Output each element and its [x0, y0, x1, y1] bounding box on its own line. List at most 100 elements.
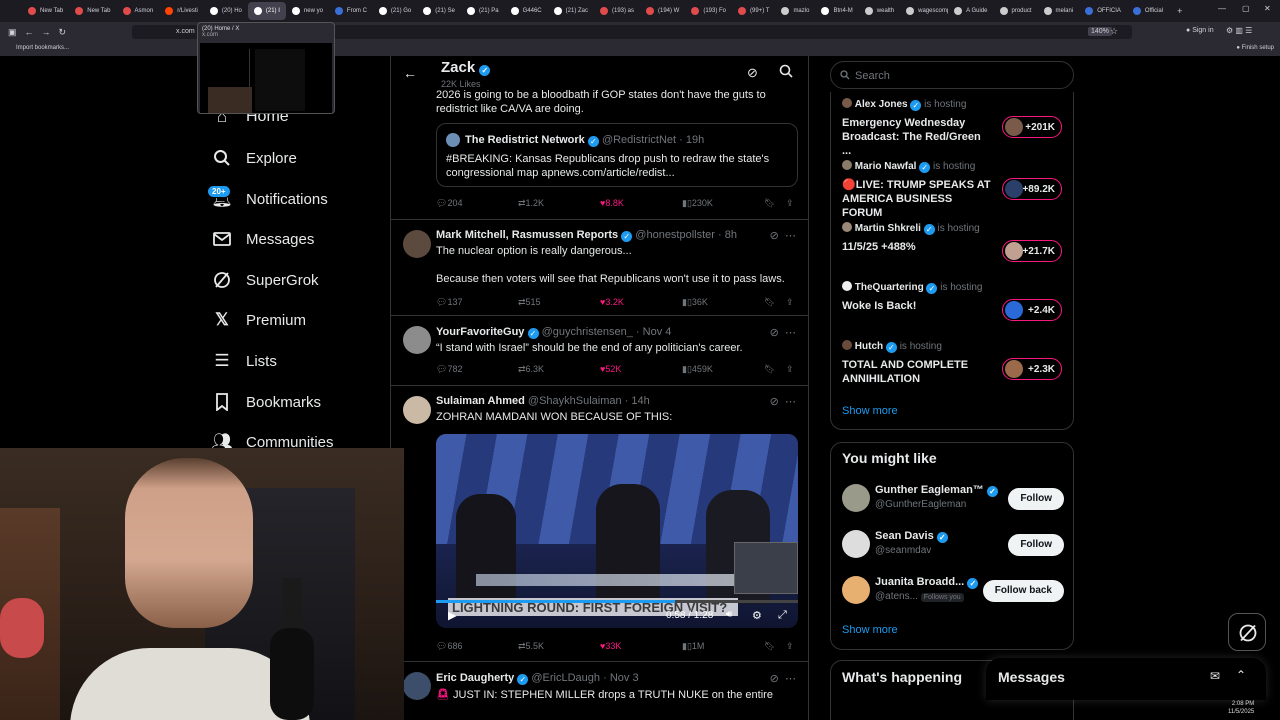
browser-tab[interactable]: new yo — [286, 2, 329, 20]
follow-suggestion[interactable]: Sean Davis ✓ @seanmdav Follow — [842, 530, 1064, 560]
browser-tab[interactable]: product — [994, 2, 1038, 20]
video-player[interactable]: LIGHTNING ROUND: FIRST FOREIGN VISIT? ▶ … — [436, 434, 798, 628]
views-button[interactable]: ▮▯ 1M — [682, 641, 704, 652]
post-more-icon[interactable]: ⊘ ⋯ — [770, 672, 796, 685]
space-listeners[interactable]: +21.7K — [1002, 240, 1062, 262]
author-handle[interactable]: @guychristensen_ — [542, 326, 633, 338]
spaces-show-more-link[interactable]: Show more — [842, 405, 898, 417]
avatar[interactable] — [403, 326, 431, 354]
browser-tab[interactable]: OFFICIA — [1079, 2, 1127, 20]
browser-tab[interactable]: (21) I — [247, 2, 286, 20]
post-time[interactable]: Nov 4 — [643, 326, 672, 338]
settings-gear-icon[interactable]: ⚙ — [752, 609, 762, 622]
avatar[interactable] — [403, 396, 431, 424]
follow-button[interactable]: Follow — [1008, 488, 1064, 510]
share-icon[interactable]: ⇪ — [786, 641, 794, 652]
author-name[interactable]: Mark Mitchell, Rasmussen Reports — [436, 229, 618, 241]
back-icon[interactable]: ← — [25, 27, 34, 37]
video-progress-track[interactable] — [436, 600, 798, 603]
share-icon[interactable]: ⇪ — [786, 297, 794, 308]
minimize-icon[interactable]: — — [1218, 4, 1226, 13]
browser-tab[interactable]: mazlo — [775, 2, 815, 20]
post-time[interactable]: 14h — [631, 395, 649, 407]
like-button[interactable]: ♥ 33K — [600, 641, 621, 651]
volume-icon[interactable]: 🔊︎ — [726, 609, 732, 620]
bookmark-post-icon[interactable]: 🔖︎ — [764, 641, 775, 652]
avatar[interactable] — [842, 484, 870, 512]
space-host[interactable]: Martin Shkreli ✓ is hosting — [842, 222, 980, 235]
browser-tab[interactable]: Asmon — [117, 2, 160, 20]
post-more-icon[interactable]: ⊘ ⋯ — [770, 326, 796, 339]
space-host[interactable]: TheQuartering ✓ is hosting — [842, 281, 983, 294]
post[interactable]: Eric Daugherty ✓ @EricLDaugh · Nov 3 ⊘ ⋯… — [391, 662, 808, 720]
space-host[interactable]: Mario Nawfal ✓ is hosting — [842, 160, 975, 173]
grok-analyze-icon[interactable]: ⊘ — [747, 65, 758, 81]
author-handle[interactable]: @honestpollster — [635, 229, 715, 241]
bookmark-post-icon[interactable]: 🔖︎ — [764, 297, 775, 308]
browser-tab[interactable]: (99+) T — [732, 2, 775, 20]
nav-supergrok[interactable]: SuperGrok — [212, 270, 319, 290]
space-host[interactable]: Hutch ✓ is hosting — [842, 340, 942, 353]
back-arrow-icon[interactable]: ← — [403, 65, 417, 81]
follow-button[interactable]: Follow — [1008, 534, 1064, 556]
follow-suggestion[interactable]: Juanita Broadd... ✓ @atens... Follows yo… — [842, 576, 1064, 606]
repost-button[interactable]: ⇄ 515 — [518, 297, 541, 308]
forward-icon[interactable]: → — [42, 27, 51, 37]
close-window-icon[interactable]: ✕ — [1264, 4, 1271, 13]
grok-button[interactable] — [1228, 613, 1266, 651]
quoted-post[interactable]: The Redistrict Network ✓ @RedistrictNet … — [436, 123, 798, 187]
browser-tab[interactable]: G446C — [505, 2, 548, 20]
nav-explore[interactable]: Explore — [212, 148, 297, 168]
space-title[interactable]: 11/5/25 +488% — [842, 240, 992, 254]
browser-tab[interactable]: (21) Go — [373, 2, 417, 20]
suggestions-show-more-link[interactable]: Show more — [842, 624, 898, 636]
browser-tab[interactable]: Btn4-M — [815, 2, 858, 20]
browser-tab[interactable]: wealth — [859, 2, 900, 20]
browser-tab[interactable]: (21) Zac — [548, 2, 594, 20]
expand-chevron-icon[interactable]: ⌃ — [1236, 668, 1246, 682]
space-listeners[interactable]: +2.3K — [1002, 358, 1062, 380]
follow-suggestion[interactable]: Gunther Eagleman™ ✓ @GuntherEagleman Fol… — [842, 484, 1064, 514]
space-title[interactable]: Woke Is Back! — [842, 299, 992, 313]
bookmark-post-icon[interactable]: 🔖︎ — [764, 198, 775, 209]
repost-button[interactable]: ⇄ 1.2K — [518, 198, 544, 209]
messages-drawer[interactable]: Messages ✉ ⌃ — [986, 658, 1266, 700]
browser-tab[interactable]: (20) Ho — [204, 2, 248, 20]
reply-button[interactable]: 💬︎ 686 — [436, 641, 462, 652]
search-input[interactable]: Search — [830, 61, 1074, 89]
feed-search-icon[interactable] — [779, 64, 793, 83]
like-button[interactable]: ♥ 8.8K — [600, 198, 624, 208]
browser-tab[interactable]: A Guide — [948, 2, 993, 20]
play-icon[interactable]: ▶ — [448, 609, 456, 622]
bookmark-star-icon[interactable]: ☆ — [1110, 26, 1118, 37]
author-handle[interactable]: @EricLDaugh — [531, 672, 600, 684]
browser-tab[interactable]: Official — [1127, 2, 1169, 20]
nav-messages[interactable]: Messages — [212, 229, 314, 249]
fullscreen-icon[interactable]: ⤢ — [778, 609, 787, 622]
share-icon[interactable]: ⇪ — [786, 364, 794, 375]
sidebar-icon[interactable]: ▣ — [8, 27, 17, 38]
maximize-icon[interactable]: ▢ — [1242, 4, 1250, 13]
avatar[interactable] — [403, 672, 431, 700]
nav-bookmarks[interactable]: Bookmarks — [212, 392, 321, 412]
import-bookmarks-link[interactable]: Import bookmarks... — [16, 45, 69, 51]
browser-tab[interactable]: (193) Fo — [685, 2, 732, 20]
browser-tab[interactable]: (21) Se — [417, 2, 461, 20]
browser-tab[interactable]: (194) W — [640, 2, 685, 20]
share-icon[interactable]: ⇪ — [786, 198, 794, 209]
post-time[interactable]: 8h — [725, 229, 737, 241]
nav-lists[interactable]: ☰ Lists — [212, 351, 276, 371]
reply-button[interactable]: 💬︎ 204 — [436, 198, 462, 209]
avatar[interactable] — [403, 230, 431, 258]
taskbar-clock[interactable]: 2:08 PM 11/5/2025 — [1228, 700, 1254, 716]
views-button[interactable]: ▮▯ 36K — [682, 297, 708, 308]
post-more-icon[interactable]: ⊘ ⋯ — [770, 395, 796, 408]
avatar[interactable] — [842, 576, 870, 604]
like-button[interactable]: ♥ 52K — [600, 364, 621, 374]
space-listeners[interactable]: +89.2K — [1002, 178, 1062, 200]
post-more-icon[interactable]: ⊘ ⋯ — [770, 229, 796, 242]
space-title[interactable]: 🔴LIVE: TRUMP SPEAKS AT AMERICA BUSINESS … — [842, 178, 992, 220]
reply-button[interactable]: 💬︎ 782 — [436, 364, 462, 375]
post[interactable]: Mark Mitchell, Rasmussen Reports ✓ @hone… — [391, 220, 808, 316]
zoom-level[interactable]: 140% — [1088, 27, 1112, 36]
